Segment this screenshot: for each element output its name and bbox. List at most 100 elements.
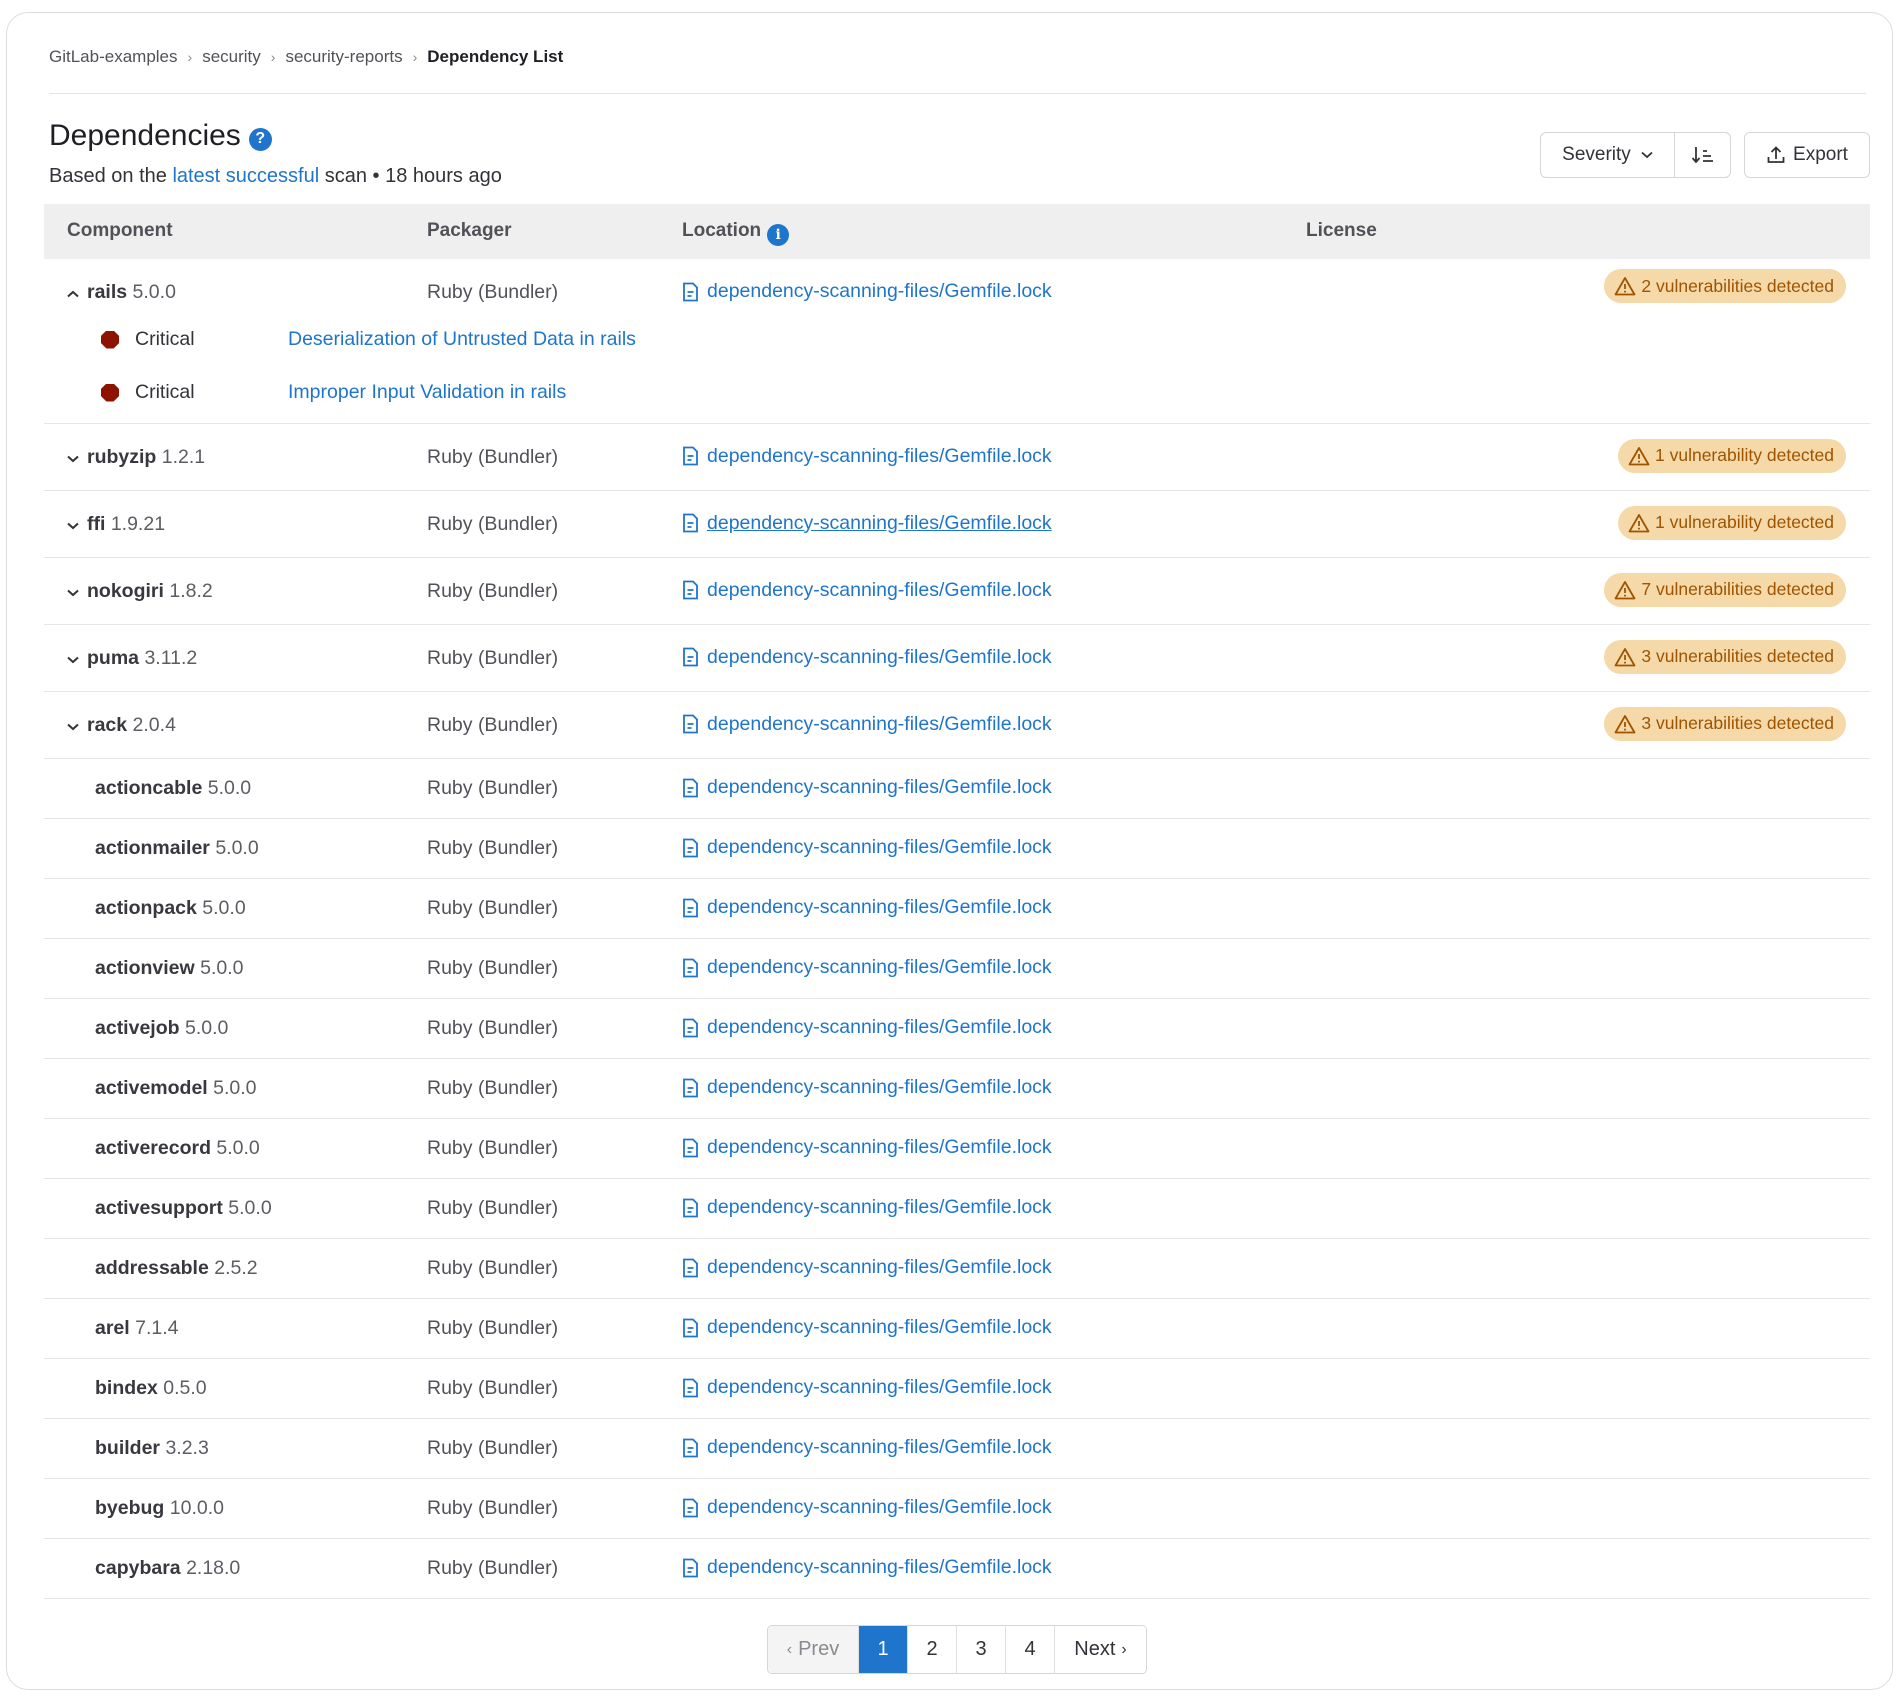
breadcrumb-subgroup[interactable]: security: [202, 47, 261, 67]
location-link[interactable]: dependency-scanning-files/Gemfile.lock: [707, 1016, 1052, 1039]
location-link[interactable]: dependency-scanning-files/Gemfile.lock: [707, 836, 1052, 859]
component-name: rails: [87, 281, 128, 303]
question-circle-icon[interactable]: ?: [248, 127, 272, 151]
file-icon: [683, 513, 698, 533]
column-header-component[interactable]: Component: [67, 220, 173, 242]
chevron-right-icon: ›: [1121, 1640, 1127, 1658]
component-version: 2.5.2: [214, 1257, 258, 1279]
location-link[interactable]: dependency-scanning-files/Gemfile.lock: [707, 1556, 1052, 1579]
column-header-packager[interactable]: Packager: [427, 220, 512, 242]
table-row[interactable]: ffi 1.9.21 Ruby (Bundler) dependency-scann…: [44, 491, 1870, 558]
vulnerability-link[interactable]: Deserialization of Untrusted Data in rai…: [288, 328, 636, 351]
header-divider: [49, 93, 1866, 94]
pagination-page-4[interactable]: 4: [1006, 1626, 1055, 1673]
table-row[interactable]: nokogiri 1.8.2 Ruby (Bundler) dependency-s…: [44, 558, 1870, 625]
table-row: capybara 2.18.0 Ruby (Bundler) dependency-…: [44, 1539, 1870, 1599]
location-link[interactable]: dependency-scanning-files/Gemfile.lock: [707, 1376, 1052, 1399]
packager-cell: Ruby (Bundler): [427, 1077, 559, 1099]
location-link[interactable]: dependency-scanning-files/Gemfile.lock: [707, 445, 1052, 468]
vulnerability-link[interactable]: Improper Input Validation in rails: [288, 381, 566, 404]
vulnerability-count-badge[interactable]: 3 vulnerabilities detected: [1604, 706, 1846, 741]
packager-cell: Ruby (Bundler): [427, 1557, 559, 1579]
packager-cell: Ruby (Bundler): [427, 445, 559, 468]
component-version: 2.18.0: [186, 1557, 241, 1579]
location-link[interactable]: dependency-scanning-files/Gemfile.lock: [707, 776, 1052, 799]
sort-direction-button[interactable]: [1675, 133, 1730, 177]
pagination-prev[interactable]: ‹ Prev: [768, 1626, 859, 1673]
component-name: activejob: [95, 1017, 180, 1039]
pagination-page-2[interactable]: 2: [908, 1626, 957, 1673]
pagination-page-3[interactable]: 3: [957, 1626, 1006, 1673]
export-button[interactable]: Export: [1744, 132, 1870, 178]
component-cell: rack 2.0.4: [67, 714, 176, 737]
component-cell: builder 3.2.3: [95, 1437, 209, 1460]
chevron-up-icon[interactable]: [67, 285, 81, 301]
next-label: Next: [1074, 1638, 1116, 1660]
file-icon: [683, 1498, 698, 1517]
location-link[interactable]: dependency-scanning-files/Gemfile.lock: [707, 713, 1052, 736]
location-link[interactable]: dependency-scanning-files/Gemfile.lock: [707, 1436, 1052, 1459]
location-link[interactable]: dependency-scanning-files/Gemfile.lock: [707, 1496, 1052, 1519]
chevron-down-icon[interactable]: [67, 517, 81, 533]
chevron-down-icon[interactable]: [67, 718, 81, 734]
column-header-license[interactable]: License: [1306, 220, 1377, 242]
vulnerability-count-badge[interactable]: 1 vulnerability detected: [1618, 505, 1846, 540]
table-row: activerecord 5.0.0 Ruby (Bundler) dependen…: [44, 1119, 1870, 1179]
file-icon: [683, 282, 698, 301]
location-link[interactable]: dependency-scanning-files/Gemfile.lock: [707, 280, 1052, 303]
chevron-down-icon[interactable]: [67, 651, 81, 667]
location-link[interactable]: dependency-scanning-files/Gemfile.lock: [707, 646, 1052, 669]
component-version: 5.0.0: [132, 281, 176, 303]
breadcrumb-group[interactable]: GitLab-examples: [49, 47, 178, 67]
packager-cell: Ruby (Bundler): [427, 777, 559, 799]
table-row[interactable]: puma 3.11.2 Ruby (Bundler) dependency-scan…: [44, 625, 1870, 692]
location-link[interactable]: dependency-scanning-files/Gemfile.lock: [707, 579, 1052, 602]
file-icon: [683, 647, 698, 667]
location-cell: dependency-scanning-files/Gemfile.lock: [682, 896, 1052, 919]
vulnerability-count-badge[interactable]: 2 vulnerabilities detected: [1604, 269, 1846, 303]
location-link[interactable]: dependency-scanning-files/Gemfile.lock: [707, 1076, 1052, 1099]
export-label: Export: [1793, 144, 1848, 165]
column-header-location-label[interactable]: Location: [682, 220, 761, 241]
vulnerability-count-badge[interactable]: 7 vulnerabilities detected: [1604, 572, 1846, 607]
table-row[interactable]: rack 2.0.4 Ruby (Bundler) dependency-scann…: [44, 692, 1870, 759]
packager-cell: Ruby (Bundler): [427, 1017, 559, 1039]
location-link[interactable]: dependency-scanning-files/Gemfile.lock: [707, 1136, 1052, 1159]
component-name: arel: [95, 1317, 130, 1339]
component-name: actioncable: [95, 777, 203, 799]
component-cell: capybara 2.18.0: [95, 1557, 240, 1580]
vulnerability-count-badge[interactable]: 3 vulnerabilities detected: [1604, 639, 1846, 674]
pagination-next[interactable]: Next ›: [1055, 1626, 1146, 1673]
location-link[interactable]: dependency-scanning-files/Gemfile.lock: [707, 956, 1052, 979]
file-icon: [683, 1558, 698, 1577]
component-cell: rails 5.0.0: [67, 281, 176, 304]
chevron-down-icon[interactable]: [67, 584, 81, 600]
component-name: rack: [87, 713, 128, 736]
component-cell: addressable 2.5.2: [95, 1257, 258, 1280]
component-cell: actionpack 5.0.0: [95, 897, 246, 920]
location-cell: dependency-scanning-files/Gemfile.lock: [682, 836, 1052, 859]
packager-cell: Ruby (Bundler): [427, 512, 559, 535]
table-row[interactable]: rubyzip 1.2.1 Ruby (Bundler) dependency-sc…: [44, 424, 1870, 491]
chevron-down-icon[interactable]: [67, 450, 81, 466]
location-link[interactable]: dependency-scanning-files/Gemfile.lock: [707, 896, 1052, 919]
table-row[interactable]: rails 5.0.0 Ruby (Bundler) dependency-scan…: [44, 259, 1870, 424]
vulnerability-count-badge[interactable]: 1 vulnerability detected: [1618, 438, 1846, 473]
latest-scan-link[interactable]: latest successful: [172, 165, 319, 187]
vulnerability-count-label: 3 vulnerabilities detected: [1641, 713, 1834, 733]
breadcrumb-project[interactable]: security-reports: [285, 47, 402, 67]
component-name: nokogiri: [87, 579, 164, 602]
info-icon[interactable]: i: [767, 224, 790, 246]
location-link[interactable]: dependency-scanning-files/Gemfile.lock: [707, 512, 1052, 535]
location-link[interactable]: dependency-scanning-files/Gemfile.lock: [707, 1196, 1052, 1219]
location-cell: dependency-scanning-files/Gemfile.lock: [682, 776, 1052, 799]
component-name: bindex: [95, 1377, 158, 1399]
location-link[interactable]: dependency-scanning-files/Gemfile.lock: [707, 1256, 1052, 1279]
component-version: 3.11.2: [144, 646, 198, 669]
pagination: ‹ Prev 1 2 3 4 Next ›: [767, 1625, 1147, 1674]
sort-field-dropdown[interactable]: Severity: [1541, 133, 1675, 177]
pagination-page-1[interactable]: 1: [859, 1626, 908, 1673]
location-link[interactable]: dependency-scanning-files/Gemfile.lock: [707, 1316, 1052, 1339]
component-cell: arel 7.1.4: [95, 1317, 179, 1340]
scan-info: Based on the latest successful scan • 18…: [49, 165, 502, 188]
